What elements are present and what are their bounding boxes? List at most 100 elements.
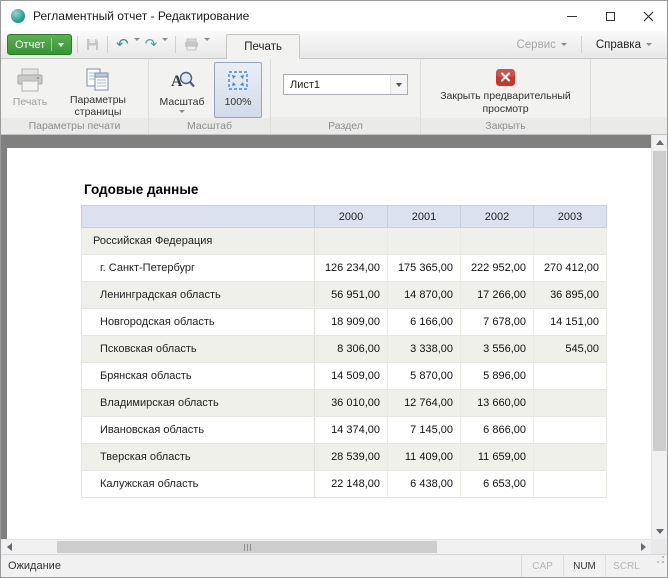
value-cell: 18 909,00 bbox=[315, 309, 388, 336]
close-preview-icon bbox=[495, 67, 516, 88]
sheet-select-combobox[interactable]: Лист1 bbox=[283, 74, 408, 95]
value-cell: 6 438,00 bbox=[388, 471, 461, 498]
window-title: Регламентный отчет - Редактирование bbox=[33, 9, 249, 23]
print-icon[interactable] bbox=[181, 34, 202, 55]
toolbar-separator bbox=[175, 36, 176, 53]
corner-header-cell bbox=[82, 206, 315, 228]
redo-icon[interactable]: ↷ bbox=[142, 34, 161, 55]
value-cell: 14 374,00 bbox=[315, 417, 388, 444]
column-header-2001: 2001 bbox=[388, 206, 461, 228]
preview-viewport[interactable]: Годовые данные 2000200120022003 Российск… bbox=[1, 135, 651, 539]
value-cell bbox=[388, 228, 461, 255]
scrollbar-corner bbox=[651, 539, 667, 554]
scroll-down-button[interactable] bbox=[652, 524, 667, 539]
minimize-icon bbox=[567, 16, 577, 17]
scroll-left-button[interactable] bbox=[1, 540, 17, 554]
value-cell: 56 951,00 bbox=[315, 282, 388, 309]
vertical-scroll-thumb[interactable] bbox=[653, 151, 666, 451]
page-setup-button[interactable]: Параметры страницы bbox=[58, 62, 138, 118]
value-cell: 11 659,00 bbox=[461, 444, 534, 471]
ribbon: Печать Параметры страницы Параметры печа… bbox=[1, 58, 667, 135]
main-toolbar: Отчет ↶ ↷ Печать Сервис Справка bbox=[1, 31, 667, 58]
combobox-arrow[interactable] bbox=[390, 75, 407, 94]
horizontal-scrollbar[interactable] bbox=[1, 539, 651, 554]
chevron-down-icon bbox=[561, 43, 567, 46]
zoom-selection-icon bbox=[226, 67, 250, 94]
value-cell bbox=[534, 363, 607, 390]
zoom-100-button[interactable]: 100% bbox=[214, 62, 262, 118]
chevron-down-icon bbox=[646, 43, 652, 46]
chevron-down-icon bbox=[179, 110, 185, 113]
value-cell: 7 678,00 bbox=[461, 309, 534, 336]
scale-dropdown-button[interactable]: A Масштаб bbox=[153, 62, 211, 118]
row-label: Владимирская область bbox=[82, 390, 315, 417]
titlebar[interactable]: Регламентный отчет - Редактирование bbox=[1, 1, 667, 31]
page-setup-icon bbox=[85, 67, 111, 92]
arrow-down-icon bbox=[656, 529, 664, 534]
close-preview-button[interactable]: Закрыть предварительный просмотр bbox=[430, 62, 582, 118]
table-row: г. Санкт-Петербург126 234,00175 365,0022… bbox=[82, 255, 607, 282]
toolbar-separator bbox=[581, 36, 582, 53]
value-cell bbox=[534, 444, 607, 471]
value-cell: 11 409,00 bbox=[388, 444, 461, 471]
page-setup-label: Параметры страницы bbox=[63, 94, 133, 119]
minimize-button[interactable] bbox=[553, 1, 591, 31]
scale-magnifier-icon: A bbox=[170, 67, 195, 94]
value-cell bbox=[534, 417, 607, 444]
undo-icon[interactable]: ↶ bbox=[113, 34, 132, 55]
help-menu[interactable]: Справка bbox=[587, 31, 661, 58]
app-icon bbox=[11, 9, 25, 23]
value-cell bbox=[534, 228, 607, 255]
table-row: Ленинградская область56 951,0014 870,001… bbox=[82, 282, 607, 309]
vertical-scrollbar[interactable] bbox=[651, 135, 667, 539]
redo-dropdown-icon[interactable] bbox=[160, 41, 170, 48]
service-menu[interactable]: Сервис bbox=[507, 31, 575, 58]
row-label: Тверская область bbox=[82, 444, 315, 471]
value-cell bbox=[461, 228, 534, 255]
service-menu-label: Сервис bbox=[516, 39, 555, 51]
ribbon-group-print-params: Печать Параметры страницы Параметры печа… bbox=[1, 59, 149, 134]
horizontal-scroll-thumb[interactable] bbox=[57, 541, 437, 553]
value-cell: 12 764,00 bbox=[388, 390, 461, 417]
toolbar-separator bbox=[77, 36, 78, 53]
value-cell: 13 660,00 bbox=[461, 390, 534, 417]
value-cell: 6 653,00 bbox=[461, 471, 534, 498]
ribbon-group-section: Лист1 Раздел bbox=[271, 59, 421, 134]
table-row: Калужская область22 148,006 438,006 653,… bbox=[82, 471, 607, 498]
tab-print[interactable]: Печать bbox=[226, 34, 300, 59]
column-header-2000: 2000 bbox=[315, 206, 388, 228]
value-cell: 6 166,00 bbox=[388, 309, 461, 336]
value-cell: 175 365,00 bbox=[388, 255, 461, 282]
table-header-row: 2000200120022003 bbox=[82, 206, 607, 228]
row-label: Калужская область bbox=[82, 471, 315, 498]
group-label-scale: Масштаб bbox=[149, 118, 270, 134]
maximize-icon bbox=[606, 12, 615, 21]
print-button[interactable]: Печать bbox=[5, 62, 55, 118]
row-label: Российская Федерация bbox=[82, 228, 315, 255]
value-cell: 5 896,00 bbox=[461, 363, 534, 390]
save-icon[interactable] bbox=[83, 34, 102, 55]
arrow-left-icon bbox=[7, 543, 12, 551]
row-label: Брянская область bbox=[82, 363, 315, 390]
value-cell: 5 870,00 bbox=[388, 363, 461, 390]
scale-button-label: Масштаб bbox=[160, 96, 205, 108]
close-window-button[interactable] bbox=[629, 1, 667, 31]
ribbon-group-scale: A Масштаб 100% Масштаб bbox=[149, 59, 271, 134]
column-header-2002: 2002 bbox=[461, 206, 534, 228]
scroll-up-button[interactable] bbox=[652, 135, 667, 150]
table-row: Псковская область8 306,003 338,003 556,0… bbox=[82, 336, 607, 363]
help-menu-label: Справка bbox=[596, 39, 641, 51]
redo-glyph: ↷ bbox=[145, 37, 158, 52]
sheet-select-value: Лист1 bbox=[290, 79, 320, 91]
value-cell: 222 952,00 bbox=[461, 255, 534, 282]
report-title: Годовые данные bbox=[84, 182, 651, 197]
row-label: Новгородская область bbox=[82, 309, 315, 336]
value-cell bbox=[534, 471, 607, 498]
report-menu-button[interactable]: Отчет bbox=[7, 34, 72, 55]
scroll-right-button[interactable] bbox=[635, 540, 651, 554]
maximize-button[interactable] bbox=[591, 1, 629, 31]
undo-dropdown-icon[interactable] bbox=[132, 41, 142, 48]
grip-icon bbox=[250, 544, 251, 551]
print-dropdown-icon[interactable] bbox=[202, 41, 212, 48]
status-indicator-scrl: SCRL bbox=[605, 555, 647, 577]
